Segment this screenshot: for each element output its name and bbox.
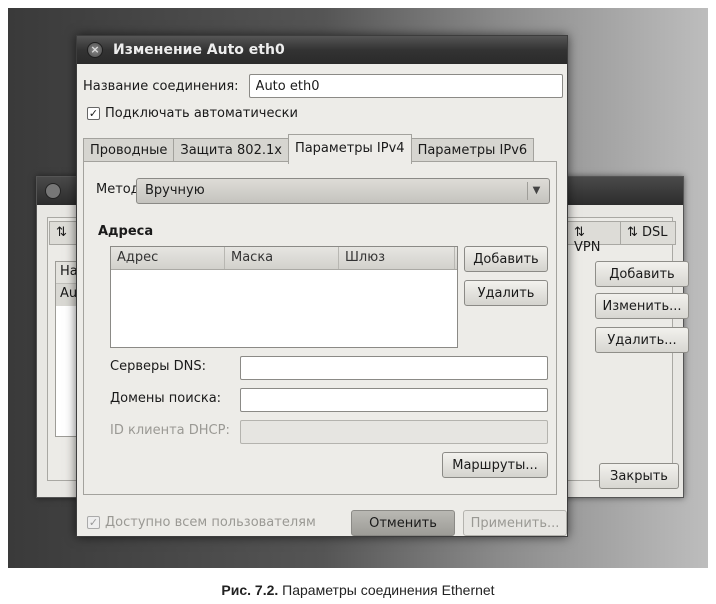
connection-name-label: Название соединения: bbox=[83, 78, 239, 94]
desktop-background: ⇅ ⇅ VPN ⇅ DSL На Au Добавить Изменить...… bbox=[8, 8, 708, 568]
bg-delete-button[interactable]: Удалить... bbox=[595, 327, 689, 353]
connection-name-row: Название соединения: bbox=[83, 74, 563, 98]
addresses-table[interactable]: Адрес Маска Шлюз bbox=[110, 246, 458, 348]
addresses-table-header: Адрес Маска Шлюз bbox=[111, 247, 457, 270]
tab-bar: Проводные Защита 802.1x Параметры IPv4 П… bbox=[83, 134, 535, 164]
bg-tab-wired[interactable]: ⇅ bbox=[49, 221, 79, 245]
auto-connect-label: Подключать автоматически bbox=[105, 106, 298, 121]
dialog-title: Изменение Auto eth0 bbox=[113, 42, 285, 58]
available-all-users-row: ✓ Доступно всем пользователям bbox=[87, 515, 316, 530]
bg-close-button[interactable]: Закрыть bbox=[599, 463, 679, 489]
auto-connect-row: ✓ Подключать автоматически bbox=[87, 106, 298, 121]
auto-connect-checkbox[interactable]: ✓ bbox=[87, 107, 100, 120]
close-icon[interactable]: × bbox=[87, 42, 103, 58]
search-domains-label: Домены поиска: bbox=[110, 391, 222, 406]
add-address-button[interactable]: Добавить bbox=[464, 246, 548, 272]
edit-connection-dialog: × Изменение Auto eth0 Название соединени… bbox=[76, 35, 568, 537]
cancel-button[interactable]: Отменить bbox=[351, 510, 455, 536]
dns-servers-label: Серверы DNS: bbox=[110, 359, 207, 374]
method-dropdown[interactable]: Вручную ▼ bbox=[136, 178, 550, 204]
available-all-users-checkbox[interactable]: ✓ bbox=[87, 516, 100, 529]
column-mask[interactable]: Маска bbox=[225, 247, 339, 269]
dropdown-arrow-icon: ▼ bbox=[527, 182, 545, 200]
apply-button[interactable]: Применить... bbox=[463, 510, 567, 536]
routes-button[interactable]: Маршруты... bbox=[442, 452, 548, 478]
method-value: Вручную bbox=[145, 183, 205, 198]
search-domains-input[interactable] bbox=[240, 388, 548, 412]
connection-name-input[interactable] bbox=[248, 74, 563, 98]
column-gateway[interactable]: Шлюз bbox=[339, 247, 455, 269]
network-arrows-icon: ⇅ bbox=[56, 225, 67, 240]
network-arrows-icon: ⇅ bbox=[627, 225, 638, 240]
delete-address-button[interactable]: Удалить bbox=[464, 280, 548, 306]
bg-edit-button[interactable]: Изменить... bbox=[595, 293, 689, 319]
bg-tab-vpn[interactable]: ⇅ VPN bbox=[567, 221, 621, 255]
tab-ipv4-settings[interactable]: Параметры IPv4 bbox=[287, 134, 412, 164]
bg-tab-dsl[interactable]: ⇅ DSL bbox=[620, 221, 676, 245]
addresses-heading: Адреса bbox=[98, 224, 154, 239]
dhcp-client-id-input[interactable] bbox=[240, 420, 548, 444]
dns-servers-input[interactable] bbox=[240, 356, 548, 380]
network-arrows-icon: ⇅ bbox=[574, 225, 585, 240]
caption-text: Параметры соединения Ethernet bbox=[278, 582, 495, 598]
caption-number: Рис. 7.2. bbox=[221, 582, 279, 598]
ipv4-settings-page: Метод: Вручную ▼ Адреса Адрес Маска Шлюз… bbox=[83, 161, 557, 495]
column-address[interactable]: Адрес bbox=[111, 247, 225, 269]
close-icon[interactable] bbox=[45, 183, 61, 199]
bg-add-button[interactable]: Добавить bbox=[595, 261, 689, 287]
figure-caption: Рис. 7.2. Параметры соединения Ethernet bbox=[0, 582, 716, 598]
available-all-users-label: Доступно всем пользователям bbox=[105, 515, 316, 530]
dhcp-client-id-label: ID клиента DHCP: bbox=[110, 423, 230, 438]
dialog-titlebar: × Изменение Auto eth0 bbox=[77, 36, 567, 64]
